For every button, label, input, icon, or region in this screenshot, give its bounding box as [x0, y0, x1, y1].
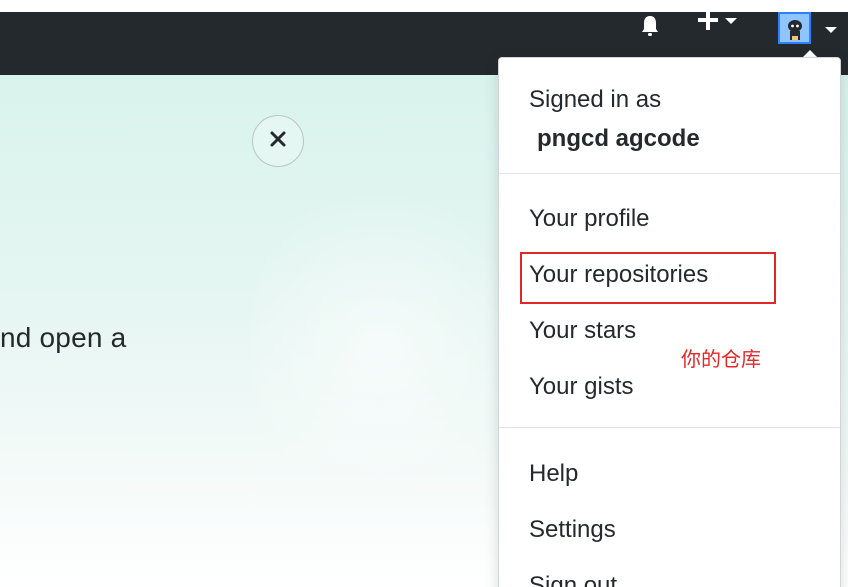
- caret-down-icon: [824, 22, 838, 40]
- menu-item-help[interactable]: Help: [529, 460, 578, 488]
- divider: [499, 173, 840, 174]
- bell-icon[interactable]: [637, 12, 663, 38]
- user-dropdown-menu: Signed in as pngcd agcode Your profile Y…: [498, 57, 841, 587]
- menu-item-sign-out[interactable]: Sign out: [529, 572, 617, 587]
- menu-item-your-gists[interactable]: Your gists: [529, 373, 634, 401]
- menu-item-your-profile[interactable]: Your profile: [529, 205, 650, 233]
- caret-down-icon: [724, 13, 738, 31]
- menu-item-your-stars[interactable]: Your stars: [529, 317, 636, 345]
- user-menu-button[interactable]: [778, 8, 846, 44]
- annotation-text: 你的仓库: [681, 347, 761, 371]
- page: nd open a Signed in as pngcd agcode Your…: [0, 0, 848, 587]
- plus-icon: [696, 8, 720, 37]
- new-menu-button[interactable]: [696, 8, 750, 37]
- divider: [499, 427, 840, 428]
- menu-item-your-repositories[interactable]: Your repositories: [529, 261, 708, 289]
- hero-text: nd open a: [0, 322, 127, 353]
- username: pngcd agcode: [537, 125, 700, 152]
- menu-item-settings[interactable]: Settings: [529, 516, 616, 544]
- avatar: [778, 12, 811, 44]
- hero-glow: [250, 165, 510, 525]
- signed-in-label: Signed in as: [529, 86, 662, 113]
- close-icon: [269, 130, 287, 153]
- close-button[interactable]: [252, 115, 304, 167]
